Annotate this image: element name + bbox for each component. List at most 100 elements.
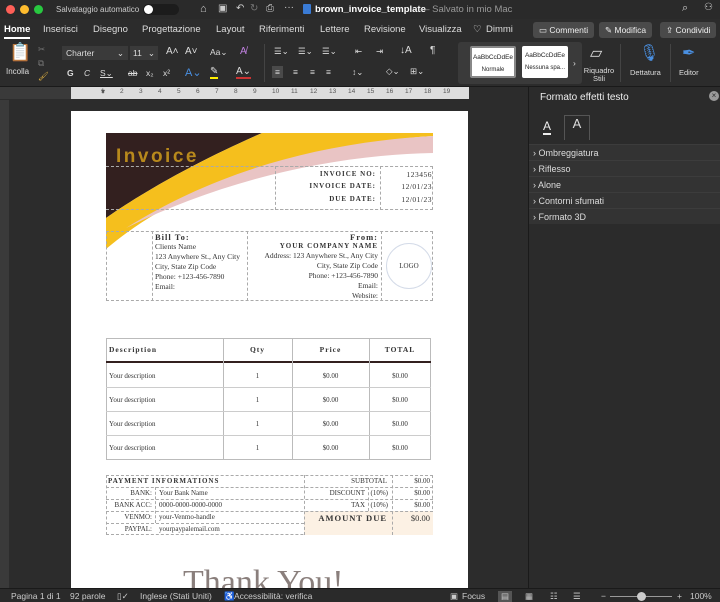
focus-button[interactable]: Focus <box>462 591 485 601</box>
web-layout-icon[interactable]: ▦ <box>525 591 533 602</box>
panel-section[interactable]: › Riflesso <box>529 160 720 176</box>
strikethrough-button[interactable]: ab <box>128 68 137 78</box>
language[interactable]: Inglese (Stati Uniti) <box>140 591 212 601</box>
save-status[interactable]: — Salvato in mio Mac <box>420 4 512 15</box>
amount-due-label: AMOUNT DUE <box>318 513 387 523</box>
proofing-icon[interactable]: ▯✓ <box>117 591 129 602</box>
paste-icon[interactable]: 📋 <box>9 42 31 63</box>
styles-pane-label[interactable]: Riquadro Stili <box>583 67 615 83</box>
home-icon[interactable]: ⌂ <box>200 3 207 15</box>
tab-mailings[interactable]: Lettere <box>320 24 350 35</box>
focus-icon[interactable]: ▣ <box>450 591 458 602</box>
search-icon[interactable]: ⌕ <box>682 2 688 15</box>
horizontal-ruler[interactable]: 1 2 3 4 5 6 7 8 9 10 11 12 13 14 15 16 17 18 19 ▾ <box>71 87 469 99</box>
document-canvas[interactable]: Invoice INVOICE NO: 123456 INVOICE DATE:… <box>9 100 528 588</box>
tab-view[interactable]: Visualizza <box>419 24 462 35</box>
tab-review[interactable]: Revisione <box>364 24 406 35</box>
multilevel-list-icon[interactable]: ☰⌄ <box>322 46 337 57</box>
tab-design[interactable]: Progettazione <box>142 24 201 35</box>
font-color-icon[interactable]: A⌄ <box>236 66 252 79</box>
format-painter-icon[interactable]: 🖌 <box>38 71 49 82</box>
zoom-slider[interactable] <box>610 592 672 601</box>
undo-icon[interactable]: ↶ <box>236 3 244 14</box>
word-count[interactable]: 92 parole <box>70 591 105 601</box>
bullets-icon[interactable]: ☰⌄ <box>274 46 289 57</box>
page-count[interactable]: Pagina 1 di 1 <box>11 591 61 601</box>
italic-button[interactable]: C <box>84 68 90 78</box>
align-left-icon[interactable]: ≡ <box>272 66 283 78</box>
indent-marker-icon[interactable]: ▾ <box>101 87 105 96</box>
document-page[interactable]: Invoice INVOICE NO: 123456 INVOICE DATE:… <box>71 111 468 588</box>
panel-section[interactable]: › Formato 3D <box>529 208 720 224</box>
paragraph-marks-icon[interactable]: ¶ <box>430 45 435 56</box>
cut-icon[interactable]: ✂ <box>38 44 45 55</box>
font-size-select[interactable]: 11 ⌄ <box>130 46 158 60</box>
justify-icon[interactable]: ≡ <box>326 67 331 77</box>
borders-icon[interactable]: ⊞⌄ <box>410 66 424 77</box>
panel-section[interactable]: › Contorni sfumati <box>529 192 720 208</box>
align-right-icon[interactable]: ≡ <box>310 67 315 77</box>
close-window-button[interactable] <box>6 5 15 14</box>
underline-button[interactable]: S⌄ <box>100 68 113 79</box>
text-effects-tab-icon[interactable]: A <box>564 115 590 140</box>
style-normal[interactable]: AaBbCcDdEe Normale <box>470 46 516 78</box>
comments-button[interactable]: ▭ Commenti <box>533 22 595 38</box>
styles-expand-icon[interactable]: › <box>573 58 576 68</box>
superscript-button[interactable]: x² <box>163 68 170 78</box>
shading-icon[interactable]: ◇⌄ <box>386 66 400 77</box>
tab-insert[interactable]: Inserisci <box>43 24 78 35</box>
numbering-icon[interactable]: ☰⌄ <box>298 46 313 57</box>
text-fill-outline-tab-icon[interactable]: A <box>543 119 552 135</box>
maximize-window-button[interactable] <box>34 5 43 14</box>
subscript-button[interactable]: x₂ <box>146 68 154 78</box>
tab-home[interactable]: Home <box>4 24 31 39</box>
redo-icon[interactable]: ↻ <box>250 3 258 14</box>
copy-icon[interactable]: ⧉ <box>38 58 44 69</box>
panel-section[interactable]: › Alone <box>529 176 720 192</box>
editor-icon[interactable]: ✒ <box>682 43 695 63</box>
tell-me[interactable]: Dimmi <box>486 24 513 35</box>
tab-layout[interactable]: Layout <box>216 24 245 35</box>
text-effects-icon[interactable]: A⌄ <box>185 66 202 79</box>
outline-view-icon[interactable]: ☷ <box>550 591 558 602</box>
paste-label[interactable]: Incolla <box>6 67 29 76</box>
align-center-icon[interactable]: ≡ <box>293 67 298 77</box>
highlight-icon[interactable]: ✎ <box>210 66 219 79</box>
microphone-icon[interactable]: 🎙 <box>639 43 659 63</box>
change-case-icon[interactable]: Aa⌄ <box>210 47 228 58</box>
autosave-toggle[interactable] <box>143 4 179 15</box>
grow-font-icon[interactable]: A˄ <box>166 46 179 57</box>
print-layout-icon[interactable]: ▤ <box>498 591 513 602</box>
font-name-select[interactable]: Charter ⌄ <box>62 46 128 60</box>
close-panel-icon[interactable]: × <box>709 91 719 101</box>
clear-format-icon[interactable]: A̸ <box>240 46 247 57</box>
panel-section[interactable]: › Ombreggiatura <box>529 144 720 160</box>
styles-pane-icon[interactable]: ▱ <box>590 43 602 63</box>
tax-value: $0.00 <box>414 501 430 509</box>
edit-button[interactable]: ✎ Modifica <box>599 22 653 38</box>
print-icon[interactable]: ⎙ <box>266 3 274 14</box>
style-no-spacing[interactable]: AaBbCcDdEe Nessuna spa... <box>522 46 568 78</box>
increase-indent-icon[interactable]: ⇥ <box>376 46 383 57</box>
more-icon[interactable]: ··· <box>284 2 294 13</box>
draft-view-icon[interactable]: ☰ <box>573 591 581 602</box>
tab-draw[interactable]: Disegno <box>93 24 128 35</box>
minimize-window-button[interactable] <box>20 5 29 14</box>
editor-label[interactable]: Editor <box>679 68 699 77</box>
share-button[interactable]: ⇪ Condividi <box>660 22 717 38</box>
zoom-in-button[interactable]: + <box>677 591 682 601</box>
sort-icon[interactable]: ↓A <box>400 45 412 56</box>
shrink-font-icon[interactable]: A˅ <box>185 46 198 57</box>
zoom-out-button[interactable]: − <box>601 591 606 601</box>
accessibility-check[interactable]: Accessibilità: verifica <box>234 591 312 601</box>
dictation-label[interactable]: Dettatura <box>630 68 661 77</box>
zoom-level[interactable]: 100% <box>690 591 712 601</box>
decrease-indent-icon[interactable]: ⇤ <box>355 46 362 57</box>
logo-placeholder[interactable]: LOGO <box>386 243 432 289</box>
bold-button[interactable]: G <box>67 68 74 78</box>
items-cell: $0.00 <box>322 420 339 428</box>
tab-references[interactable]: Riferimenti <box>259 24 304 35</box>
line-spacing-icon[interactable]: ↕⌄ <box>352 67 363 78</box>
account-icon[interactable]: ⚇ <box>704 2 713 13</box>
save-icon[interactable]: ▣ <box>218 3 227 14</box>
